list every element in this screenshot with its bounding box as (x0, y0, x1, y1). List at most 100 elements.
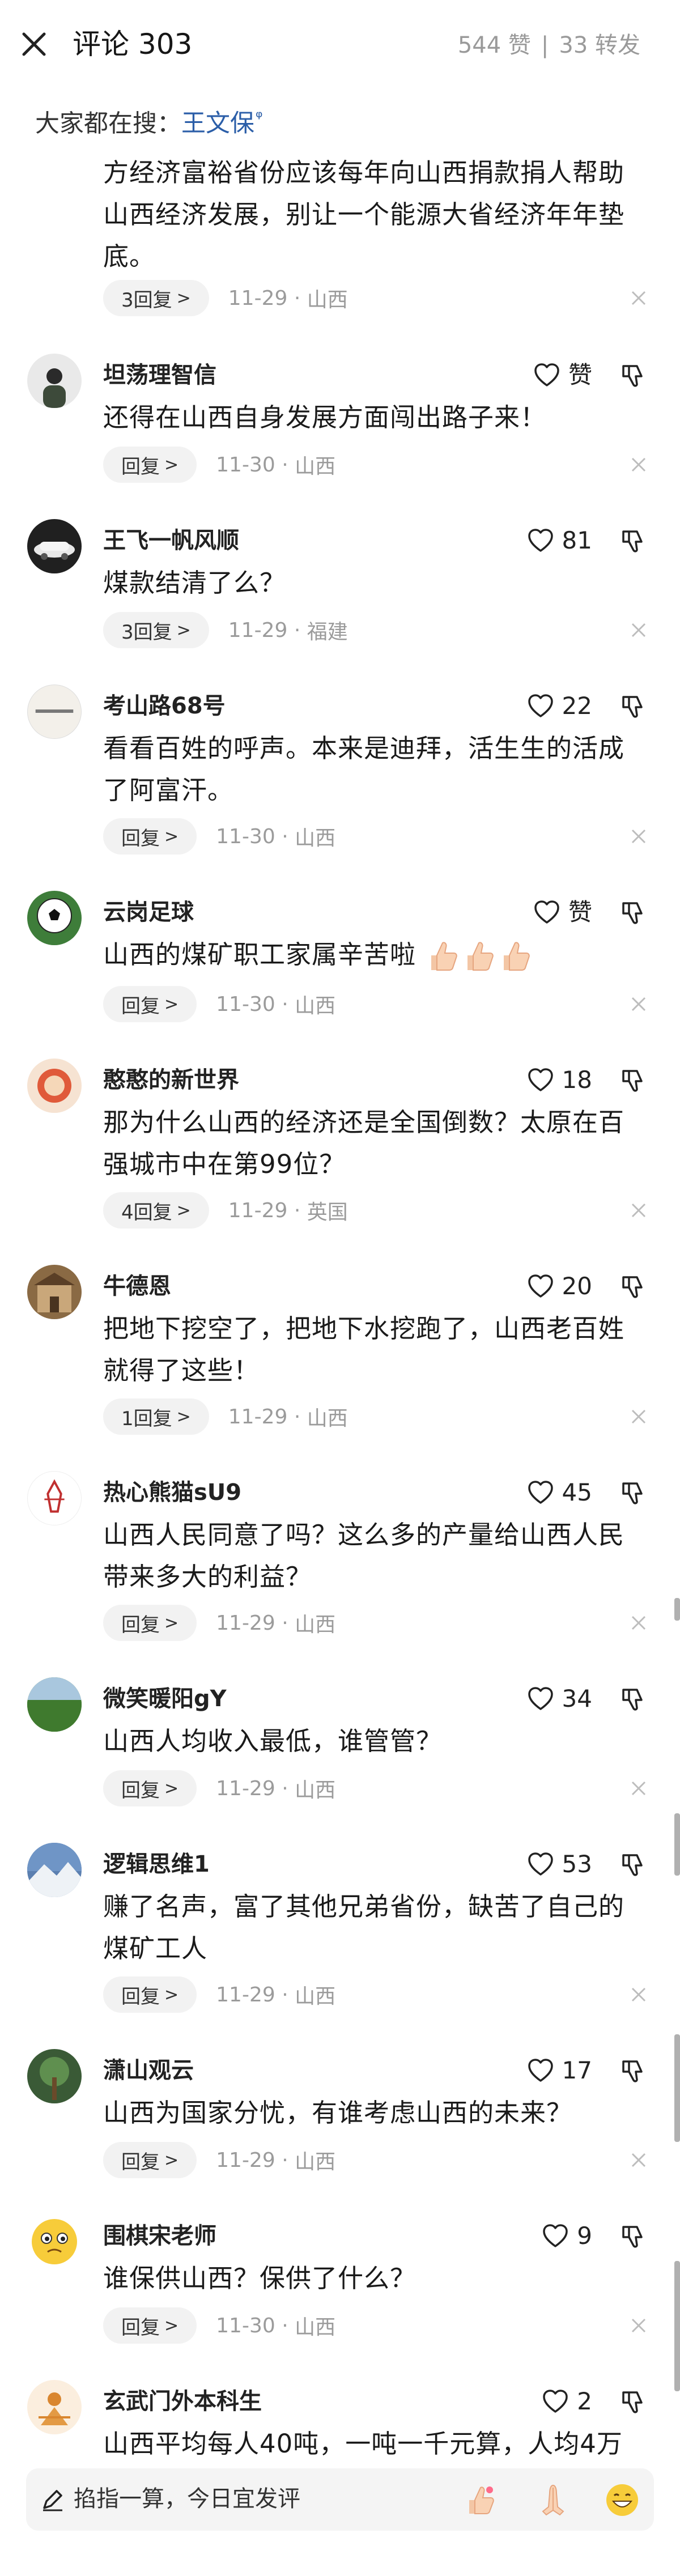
comment-username[interactable]: 考山路68号 (103, 690, 226, 722)
avatar[interactable] (27, 1059, 82, 1113)
reply-button[interactable]: 1回复 > (103, 1398, 209, 1435)
dismiss-icon[interactable] (630, 290, 647, 307)
avatar[interactable] (27, 2380, 82, 2434)
thumb-down-icon[interactable] (620, 1851, 647, 1878)
thumb-down-icon[interactable] (620, 692, 647, 720)
comment-username[interactable]: 逻辑思维1 (103, 1848, 210, 1880)
avatar[interactable] (27, 354, 82, 408)
likes-count[interactable]: 544 赞 (458, 32, 531, 58)
dismiss-icon[interactable] (630, 456, 647, 473)
dismiss-icon[interactable] (630, 828, 647, 845)
reply-button[interactable]: 4回复 > (103, 1192, 209, 1229)
comment-username[interactable]: 玄武门外本科生 (103, 2386, 262, 2417)
thumb-down-icon[interactable] (620, 1066, 647, 1094)
avatar[interactable] (27, 2214, 82, 2269)
scroll-indicator (674, 2034, 680, 2142)
comment-input-placeholder[interactable]: 掐指一算，今日宜发评 (74, 2482, 300, 2516)
dismiss-icon[interactable] (630, 1408, 647, 1425)
reply-button[interactable]: 回复 > (103, 2307, 197, 2344)
like-button[interactable]: 20 (527, 1270, 592, 1302)
dismiss-icon[interactable] (630, 1614, 647, 1631)
thumb-down-icon[interactable] (620, 1685, 647, 1712)
like-button[interactable]: 34 (527, 1683, 592, 1715)
comment-username[interactable]: 憨憨的新世界 (103, 1064, 239, 1096)
avatar[interactable] (27, 685, 82, 739)
like-button[interactable]: 53 (527, 1848, 592, 1880)
dismiss-icon[interactable] (630, 2317, 647, 2334)
like-button[interactable]: 17 (527, 2055, 592, 2086)
comment-username[interactable]: 坦荡理智信 (103, 359, 216, 391)
reposts-count[interactable]: 33 转发 (559, 32, 640, 58)
dismiss-icon[interactable] (630, 1986, 647, 2003)
reply-button[interactable]: 回复 > (103, 2142, 197, 2178)
comment-username[interactable]: 微笑暖阳gY (103, 1683, 227, 1715)
comment-username[interactable]: 围棋宋老师 (103, 2220, 216, 2252)
search-prefix: 大家都在搜： (35, 109, 181, 138)
like-count: 9 (577, 2222, 592, 2250)
thumbs-up-emoji[interactable] (461, 2482, 498, 2518)
reply-button[interactable]: 3回复 > (103, 612, 209, 648)
grin-emoji[interactable] (604, 2482, 640, 2518)
avatar[interactable] (27, 1265, 82, 1319)
dismiss-icon[interactable] (630, 1780, 647, 1797)
comment-username[interactable]: 潇山观云 (103, 2055, 194, 2086)
close-icon[interactable] (18, 28, 50, 60)
comment-location: 山西 (295, 2316, 336, 2339)
like-button[interactable]: 9 (542, 2220, 592, 2252)
comment-username[interactable]: 牛德恩 (103, 1270, 171, 1302)
comment-meta: 回复 > 11-30 · 山西 (103, 2307, 335, 2344)
comment-input-bar[interactable]: 掐指一算，今日宜发评 (26, 2468, 654, 2531)
chevron-right-icon: > (164, 2150, 179, 2170)
thumb-down-icon[interactable] (620, 899, 647, 926)
comment-meta: 回复 > 11-30 · 山西 (103, 447, 335, 483)
comment-meta: 4回复 > 11-29 · 英国 (103, 1192, 348, 1229)
like-button[interactable]: 22 (527, 690, 592, 722)
reply-button[interactable]: 回复 > (103, 1770, 197, 1806)
namaste-emoji[interactable] (535, 2482, 571, 2518)
thumb-down-icon[interactable] (620, 1479, 647, 1506)
like-button[interactable]: 45 (527, 1477, 592, 1508)
dismiss-icon[interactable] (630, 996, 647, 1013)
reply-button[interactable]: 回复 > (103, 1605, 197, 1641)
reply-button[interactable]: 回复 > (103, 986, 197, 1022)
reply-button[interactable]: 回复 > (103, 447, 197, 483)
like-button[interactable]: 赞 (533, 896, 592, 928)
search-term-link[interactable]: 王文保ᵠ (181, 108, 262, 138)
thumb-down-icon[interactable] (620, 2057, 647, 2084)
like-count: 53 (562, 1850, 592, 1878)
comment-time: 11-29 (228, 618, 288, 642)
thumb-down-icon[interactable] (620, 2222, 647, 2250)
thumb-down-icon[interactable] (620, 2388, 647, 2415)
avatar[interactable] (27, 519, 82, 573)
dismiss-icon[interactable] (630, 2152, 647, 2169)
thumb-down-icon[interactable] (620, 527, 647, 554)
like-button[interactable]: 2 (542, 2386, 592, 2417)
comment-username[interactable]: 热心熊猫sU9 (103, 1477, 241, 1508)
avatar[interactable] (27, 2049, 82, 2103)
comment-username[interactable]: 云岗足球 (103, 896, 194, 928)
heart-icon (528, 1481, 553, 1504)
avatar[interactable] (27, 1843, 82, 1897)
avatar[interactable] (27, 1677, 82, 1732)
thumb-down-icon[interactable] (620, 362, 647, 389)
thumb-down-icon[interactable] (620, 1273, 647, 1300)
comment-location: 山西 (295, 455, 336, 478)
like-count: 81 (562, 526, 592, 554)
reply-button[interactable]: 3回复 > (103, 280, 209, 316)
comment-meta: 回复 > 11-30 · 山西 (103, 818, 335, 855)
heart-icon (543, 2224, 568, 2247)
comment-username[interactable]: 王飞一帆风顺 (103, 525, 239, 556)
comment-location: 福建 (307, 620, 348, 644)
like-button[interactable]: 赞 (533, 359, 592, 391)
dismiss-icon[interactable] (630, 1202, 647, 1219)
reply-button[interactable]: 回复 > (103, 1976, 197, 2013)
comment-meta: 回复 > 11-30 · 山西 (103, 986, 335, 1022)
like-button[interactable]: 81 (527, 525, 592, 556)
comment-text: 山西为国家分忧，有谁考虑山西的未来？ (103, 2098, 573, 2128)
like-button[interactable]: 18 (527, 1064, 592, 1096)
reply-button[interactable]: 回复 > (103, 818, 197, 855)
avatar[interactable] (27, 891, 82, 945)
avatar[interactable] (27, 1471, 82, 1525)
comment-meta: 3回复 > 11-29 · 山西 (103, 280, 348, 316)
dismiss-icon[interactable] (630, 622, 647, 639)
